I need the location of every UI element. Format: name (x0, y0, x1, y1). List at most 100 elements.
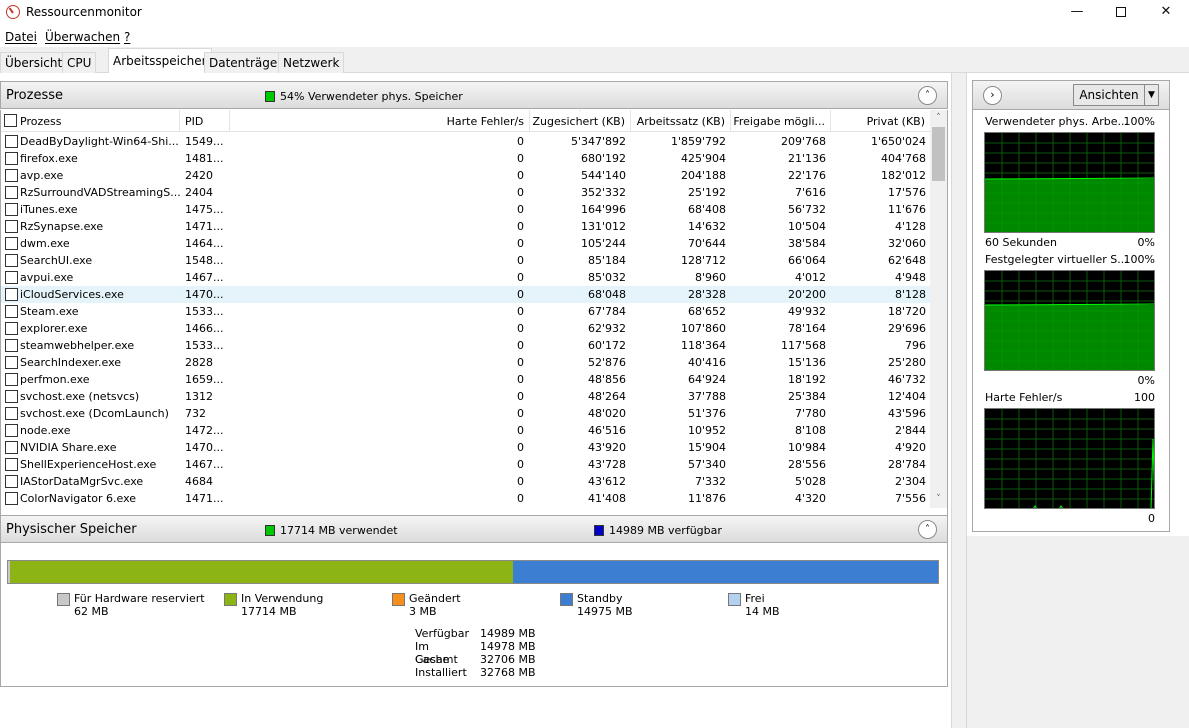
column-pid[interactable]: PID (185, 110, 230, 132)
table-row[interactable]: steamwebhelper.exe 1533... 0 60'172 118'364 1… (1, 337, 931, 354)
tab-uebersicht[interactable]: Übersicht (0, 52, 68, 73)
cell-privat: 29'696 (887, 322, 926, 335)
row-checkbox[interactable] (5, 492, 18, 505)
graph-line (985, 303, 1154, 306)
panel-splitter[interactable] (951, 73, 967, 728)
cell-zugesichert: 43'612 (587, 475, 626, 488)
tab-cpu[interactable]: CPU (62, 52, 97, 73)
row-checkbox[interactable] (5, 373, 18, 386)
row-checkbox[interactable] (5, 169, 18, 182)
scroll-thumb[interactable] (932, 127, 945, 181)
scroll-up-icon[interactable]: ˄ (930, 110, 947, 127)
row-checkbox[interactable] (5, 424, 18, 437)
table-row[interactable]: dwm.exe 1464... 0 105'244 70'644 38'584 32'060 (1, 235, 931, 252)
table-row[interactable]: node.exe 1472... 0 46'516 10'952 8'108 2'844 (1, 422, 931, 439)
column-zugesichert[interactable]: ˅ Zugesichert (KB) (530, 110, 631, 132)
row-checkbox[interactable] (5, 288, 18, 301)
column-prozess[interactable]: Prozess (20, 110, 180, 132)
table-row[interactable]: iCloudServices.exe 1470... 0 68'048 28'328 20… (1, 286, 931, 303)
cell-zugesichert: 5'347'892 (570, 135, 626, 148)
row-checkbox[interactable] (5, 152, 18, 165)
cell-freigabe: 56'732 (787, 203, 826, 216)
menu-ueberwachen[interactable]: Überwachen (45, 30, 120, 44)
cell-pid: 1471... (185, 492, 224, 505)
column-privat[interactable]: Privat (KB) (831, 110, 931, 132)
cell-harte-fehler: 0 (517, 288, 524, 301)
processes-header[interactable]: Prozesse 54% Verwendeter phys. Speicher … (0, 81, 948, 109)
cell-pid: 2828 (185, 356, 213, 369)
row-checkbox[interactable] (5, 186, 18, 199)
views-dropdown-icon[interactable]: ▼ (1145, 84, 1159, 106)
tab-netzwerk[interactable]: Netzwerk (278, 52, 345, 73)
cell-harte-fehler: 0 (517, 254, 524, 267)
views-button[interactable]: Ansichten (1073, 84, 1145, 106)
row-checkbox[interactable] (5, 305, 18, 318)
physical-memory-header[interactable]: Physischer Speicher 17714 MB verwendet 1… (0, 515, 948, 543)
row-checkbox[interactable] (5, 220, 18, 233)
close-button[interactable]: ✕ (1143, 0, 1189, 26)
table-row[interactable]: explorer.exe 1466... 0 62'932 107'860 78'164 2… (1, 320, 931, 337)
graph-toolbar: › Ansichten ▼ (973, 81, 1169, 110)
column-harte-fehler[interactable]: Harte Fehler/s (230, 110, 530, 132)
table-row[interactable]: SearchUI.exe 1548... 0 85'184 128'712 66'064 6… (1, 252, 931, 269)
table-row[interactable]: avp.exe 2420 0 544'140 204'188 22'176 182'012 (1, 167, 931, 184)
row-checkbox[interactable] (5, 458, 18, 471)
table-row[interactable]: NVIDIA Share.exe 1470... 0 43'920 15'904 10'9… (1, 439, 931, 456)
available-square-icon (594, 525, 604, 536)
maximize-button[interactable] (1098, 0, 1144, 26)
table-row[interactable]: DeadByDaylight-Win64-Shi... 1549... 0 5'347… (1, 133, 931, 150)
table-row[interactable]: avpui.exe 1467... 0 85'032 8'960 4'012 4'948 (1, 269, 931, 286)
select-all-checkbox[interactable] (4, 114, 17, 127)
cell-arbeitssatz: 64'924 (687, 373, 726, 386)
cell-arbeitssatz: 14'632 (687, 220, 726, 233)
table-row[interactable]: ColorNavigator 6.exe 1471... 0 41'408 11'876… (1, 490, 931, 507)
row-checkbox[interactable] (5, 254, 18, 267)
table-row[interactable]: svchost.exe (DcomLaunch) 732 0 48'020 51'376… (1, 405, 931, 422)
table-row[interactable]: iTunes.exe 1475... 0 164'996 68'408 56'732 11'… (1, 201, 931, 218)
cell-freigabe: 22'176 (787, 169, 826, 182)
collapse-physical-button[interactable]: ˄ (918, 520, 937, 539)
expand-graphs-icon[interactable]: › (983, 86, 1002, 105)
row-checkbox[interactable] (5, 203, 18, 216)
graph-fill (985, 179, 1154, 232)
column-freigabe[interactable]: Freigabe mögli... (731, 110, 831, 132)
cell-arbeitssatz: 8'960 (694, 271, 726, 284)
row-checkbox[interactable] (5, 356, 18, 369)
row-checkbox[interactable] (5, 237, 18, 250)
table-row[interactable]: firefox.exe 1481... 0 680'192 425'904 21'136 4… (1, 150, 931, 167)
used-note: 17714 MB verwendet (265, 524, 398, 537)
row-checkbox[interactable] (5, 390, 18, 403)
row-checkbox[interactable] (5, 322, 18, 335)
vertical-scrollbar[interactable]: ˄ ˅ (930, 110, 947, 508)
table-row[interactable]: ShellExperienceHost.exe 1467... 0 43'728 57'… (1, 456, 931, 473)
scroll-down-icon[interactable]: ˅ (930, 491, 947, 508)
table-row[interactable]: IAStorDataMgrSvc.exe 4684 0 43'612 7'332 5'02… (1, 473, 931, 490)
collapse-processes-button[interactable]: ˄ (918, 86, 937, 105)
table-row[interactable]: RzSynapse.exe 1471... 0 131'012 14'632 10'504… (1, 218, 931, 235)
row-checkbox[interactable] (5, 339, 18, 352)
tab-datentraeger[interactable]: Datenträger (204, 52, 288, 73)
cell-arbeitssatz: 204'188 (680, 169, 726, 182)
row-checkbox[interactable] (5, 407, 18, 420)
row-checkbox[interactable] (5, 475, 18, 488)
cell-privat: 4'920 (894, 441, 926, 454)
row-checkbox[interactable] (5, 271, 18, 284)
menu-datei[interactable]: Datei (5, 30, 37, 44)
tab-arbeitsspeicher[interactable]: Arbeitsspeicher (108, 48, 212, 74)
cell-prozess: firefox.exe (20, 152, 78, 165)
table-row[interactable]: svchost.exe (netsvcs) 1312 0 48'264 37'788 25… (1, 388, 931, 405)
minimize-button[interactable]: — (1054, 0, 1100, 26)
row-checkbox[interactable] (5, 441, 18, 454)
legend-value: 62 MB (74, 605, 109, 618)
cell-privat: 25'280 (887, 356, 926, 369)
table-row[interactable]: Steam.exe 1533... 0 67'784 68'652 49'932 18'72… (1, 303, 931, 320)
row-checkbox[interactable] (5, 135, 18, 148)
table-row[interactable]: SearchIndexer.exe 2828 0 52'876 40'416 15'136… (1, 354, 931, 371)
table-row[interactable]: perfmon.exe 1659... 0 48'856 64'924 18'192 46'… (1, 371, 931, 388)
cell-privat: 404'768 (880, 152, 926, 165)
cell-privat: 2'844 (894, 424, 926, 437)
menu-help[interactable]: ? (124, 30, 130, 44)
cell-harte-fehler: 0 (517, 152, 524, 165)
column-arbeitssatz[interactable]: Arbeitssatz (KB) (631, 110, 731, 132)
table-row[interactable]: RzSurroundVADStreamingS... 2404 0 352'332 25… (1, 184, 931, 201)
